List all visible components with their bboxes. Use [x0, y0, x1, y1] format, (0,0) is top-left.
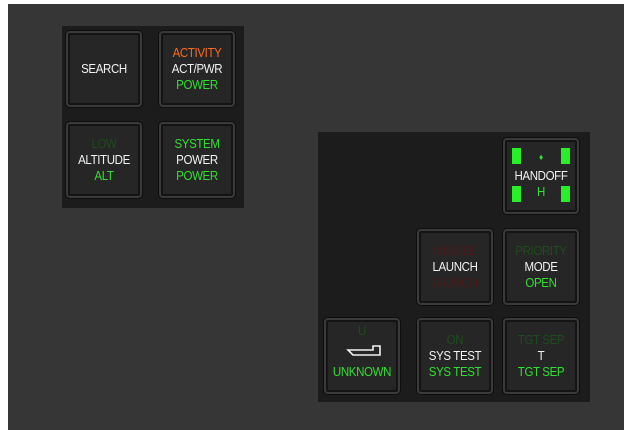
on-legend: ON	[446, 333, 464, 347]
altitude-button[interactable]: LOW ALTITUDE ALT	[66, 122, 142, 198]
open-legend: OPEN	[525, 276, 557, 290]
alt-legend: ALT	[94, 169, 114, 183]
tgt-sep-button[interactable]: TGT SEP T TGT SEP	[503, 318, 579, 394]
handoff-diamond-icon: ♦	[539, 152, 543, 162]
power-legend: POWER	[176, 78, 218, 92]
handoff-label: HANDOFF	[514, 169, 568, 183]
launch-top-legend: MISSILE	[433, 244, 477, 258]
system-power-label: POWER	[176, 153, 218, 167]
search-label: SEARCH	[81, 62, 127, 76]
act-pwr-label: ACT/PWR	[171, 62, 223, 76]
sys-test-label: SYS TEST	[428, 349, 482, 363]
unknown-legend: UNKNOWN	[332, 365, 392, 379]
priority-legend: PRIORITY	[515, 244, 567, 258]
handoff-h-legend: H	[537, 185, 545, 199]
system-power-button[interactable]: SYSTEM POWER POWER	[159, 122, 235, 198]
handoff-button[interactable]: ♦ HANDOFF H	[503, 138, 579, 214]
low-legend: LOW	[91, 137, 117, 151]
tgt-sep-legend: TGT SEP	[517, 365, 565, 379]
system-power-legend: POWER	[176, 169, 218, 183]
system-legend: SYSTEM	[174, 137, 220, 151]
act-pwr-button[interactable]: ACTIVITY ACT/PWR POWER	[159, 31, 235, 107]
tgt-sep-label: T	[537, 349, 545, 363]
launch-label: LAUNCH	[432, 260, 478, 274]
surface-contact-icon	[346, 345, 381, 356]
launch-bottom-legend: LAUNCH	[432, 276, 478, 290]
search-button[interactable]: SEARCH	[66, 31, 142, 107]
u-legend: U	[358, 324, 366, 338]
sys-test-legend: SYS TEST	[428, 365, 482, 379]
activity-legend: ACTIVITY	[172, 46, 222, 60]
tgt-sep-top-legend: TGT SEP	[517, 333, 565, 347]
mode-button[interactable]: PRIORITY MODE OPEN	[503, 229, 579, 305]
sys-test-button[interactable]: ON SYS TEST SYS TEST	[417, 318, 493, 394]
console-background: SEARCH ACTIVITY ACT/PWR POWER LOW ALTITU…	[8, 4, 624, 430]
altitude-label: ALTITUDE	[78, 153, 130, 167]
launch-button[interactable]: MISSILE LAUNCH LAUNCH	[417, 229, 493, 305]
unknown-button[interactable]: U UNKNOWN	[324, 318, 400, 394]
mode-label: MODE	[524, 260, 558, 274]
